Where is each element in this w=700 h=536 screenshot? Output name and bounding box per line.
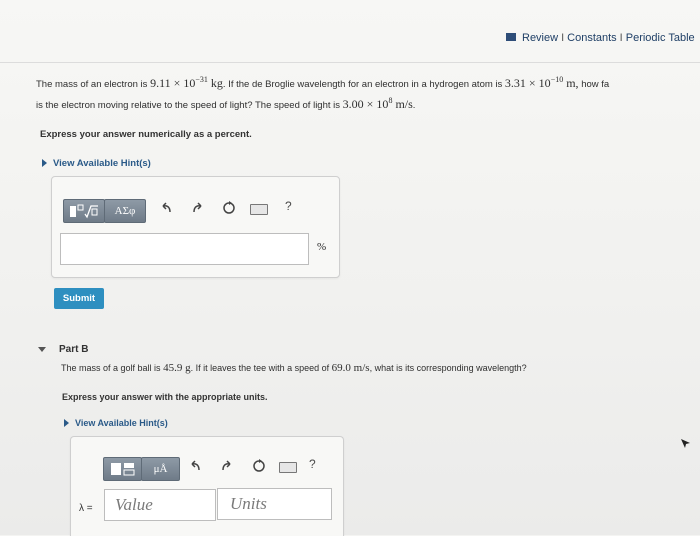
redo-icon[interactable]: [221, 459, 233, 476]
reset-icon[interactable]: [252, 459, 266, 476]
separator: I: [619, 32, 623, 44]
caret-right-icon: [42, 159, 47, 167]
part-a-hint-toggle[interactable]: View Available Hint(s): [42, 158, 151, 169]
part-b-question: The mass of a golf ball is 45.9 g. If it…: [61, 362, 527, 374]
review-link[interactable]: Review: [522, 32, 558, 44]
periodic-table-link[interactable]: Periodic Table: [626, 32, 695, 44]
part-b-instruction: Express your answer with the appropriate…: [62, 392, 268, 402]
undo-icon[interactable]: [189, 459, 201, 476]
templates-icon: [111, 463, 135, 476]
caret-right-icon: [64, 419, 69, 427]
answer-input[interactable]: [60, 233, 309, 265]
divider: [0, 62, 700, 63]
collapse-caret-icon[interactable]: [38, 347, 46, 352]
help-icon[interactable]: ?: [285, 199, 292, 213]
page: Review I Constants I Periodic Table The mass…: [0, 0, 700, 536]
redo-icon[interactable]: [192, 201, 204, 218]
unit-label: %: [317, 241, 327, 253]
question-line-1: The mass of an electron is 9.11 × 10−31 …: [36, 75, 610, 90]
review-icon: [506, 33, 516, 41]
units-placeholder: Units: [230, 494, 267, 513]
units-input[interactable]: Units: [217, 488, 332, 520]
part-b-title: Part B: [59, 344, 89, 355]
undo-icon[interactable]: [160, 201, 172, 218]
templates-button[interactable]: [63, 199, 105, 223]
reset-icon[interactable]: [222, 201, 236, 218]
help-icon[interactable]: ?: [309, 457, 316, 471]
part-b-answer-card: μÅ ? λ = Value Units: [70, 436, 344, 536]
submit-button[interactable]: Submit: [54, 288, 104, 309]
keyboard-icon[interactable]: [250, 204, 268, 215]
greek-symbols-button[interactable]: ΑΣφ: [104, 199, 146, 223]
value-placeholder: Value: [115, 495, 153, 514]
part-a-question: The mass of an electron is 9.11 × 10−31 …: [36, 72, 700, 114]
keyboard-icon[interactable]: [279, 462, 297, 473]
constants-link[interactable]: Constants: [567, 32, 617, 44]
part-b-hint-toggle[interactable]: View Available Hint(s): [64, 418, 168, 428]
part-a-answer-card: ΑΣφ ? %: [51, 176, 340, 278]
separator: I: [561, 32, 565, 44]
mouse-cursor-icon: [681, 439, 690, 448]
templates-icon: [70, 204, 98, 219]
header-links: Review I Constants I Periodic Table: [506, 32, 695, 44]
question-line-2: is the electron moving relative to the s…: [36, 96, 416, 111]
templates-button[interactable]: [103, 457, 142, 481]
lambda-label: λ =: [79, 503, 93, 514]
units-button[interactable]: μÅ: [141, 457, 180, 481]
part-a-instruction: Express your answer numerically as a per…: [40, 129, 252, 140]
value-input[interactable]: Value: [104, 489, 216, 521]
